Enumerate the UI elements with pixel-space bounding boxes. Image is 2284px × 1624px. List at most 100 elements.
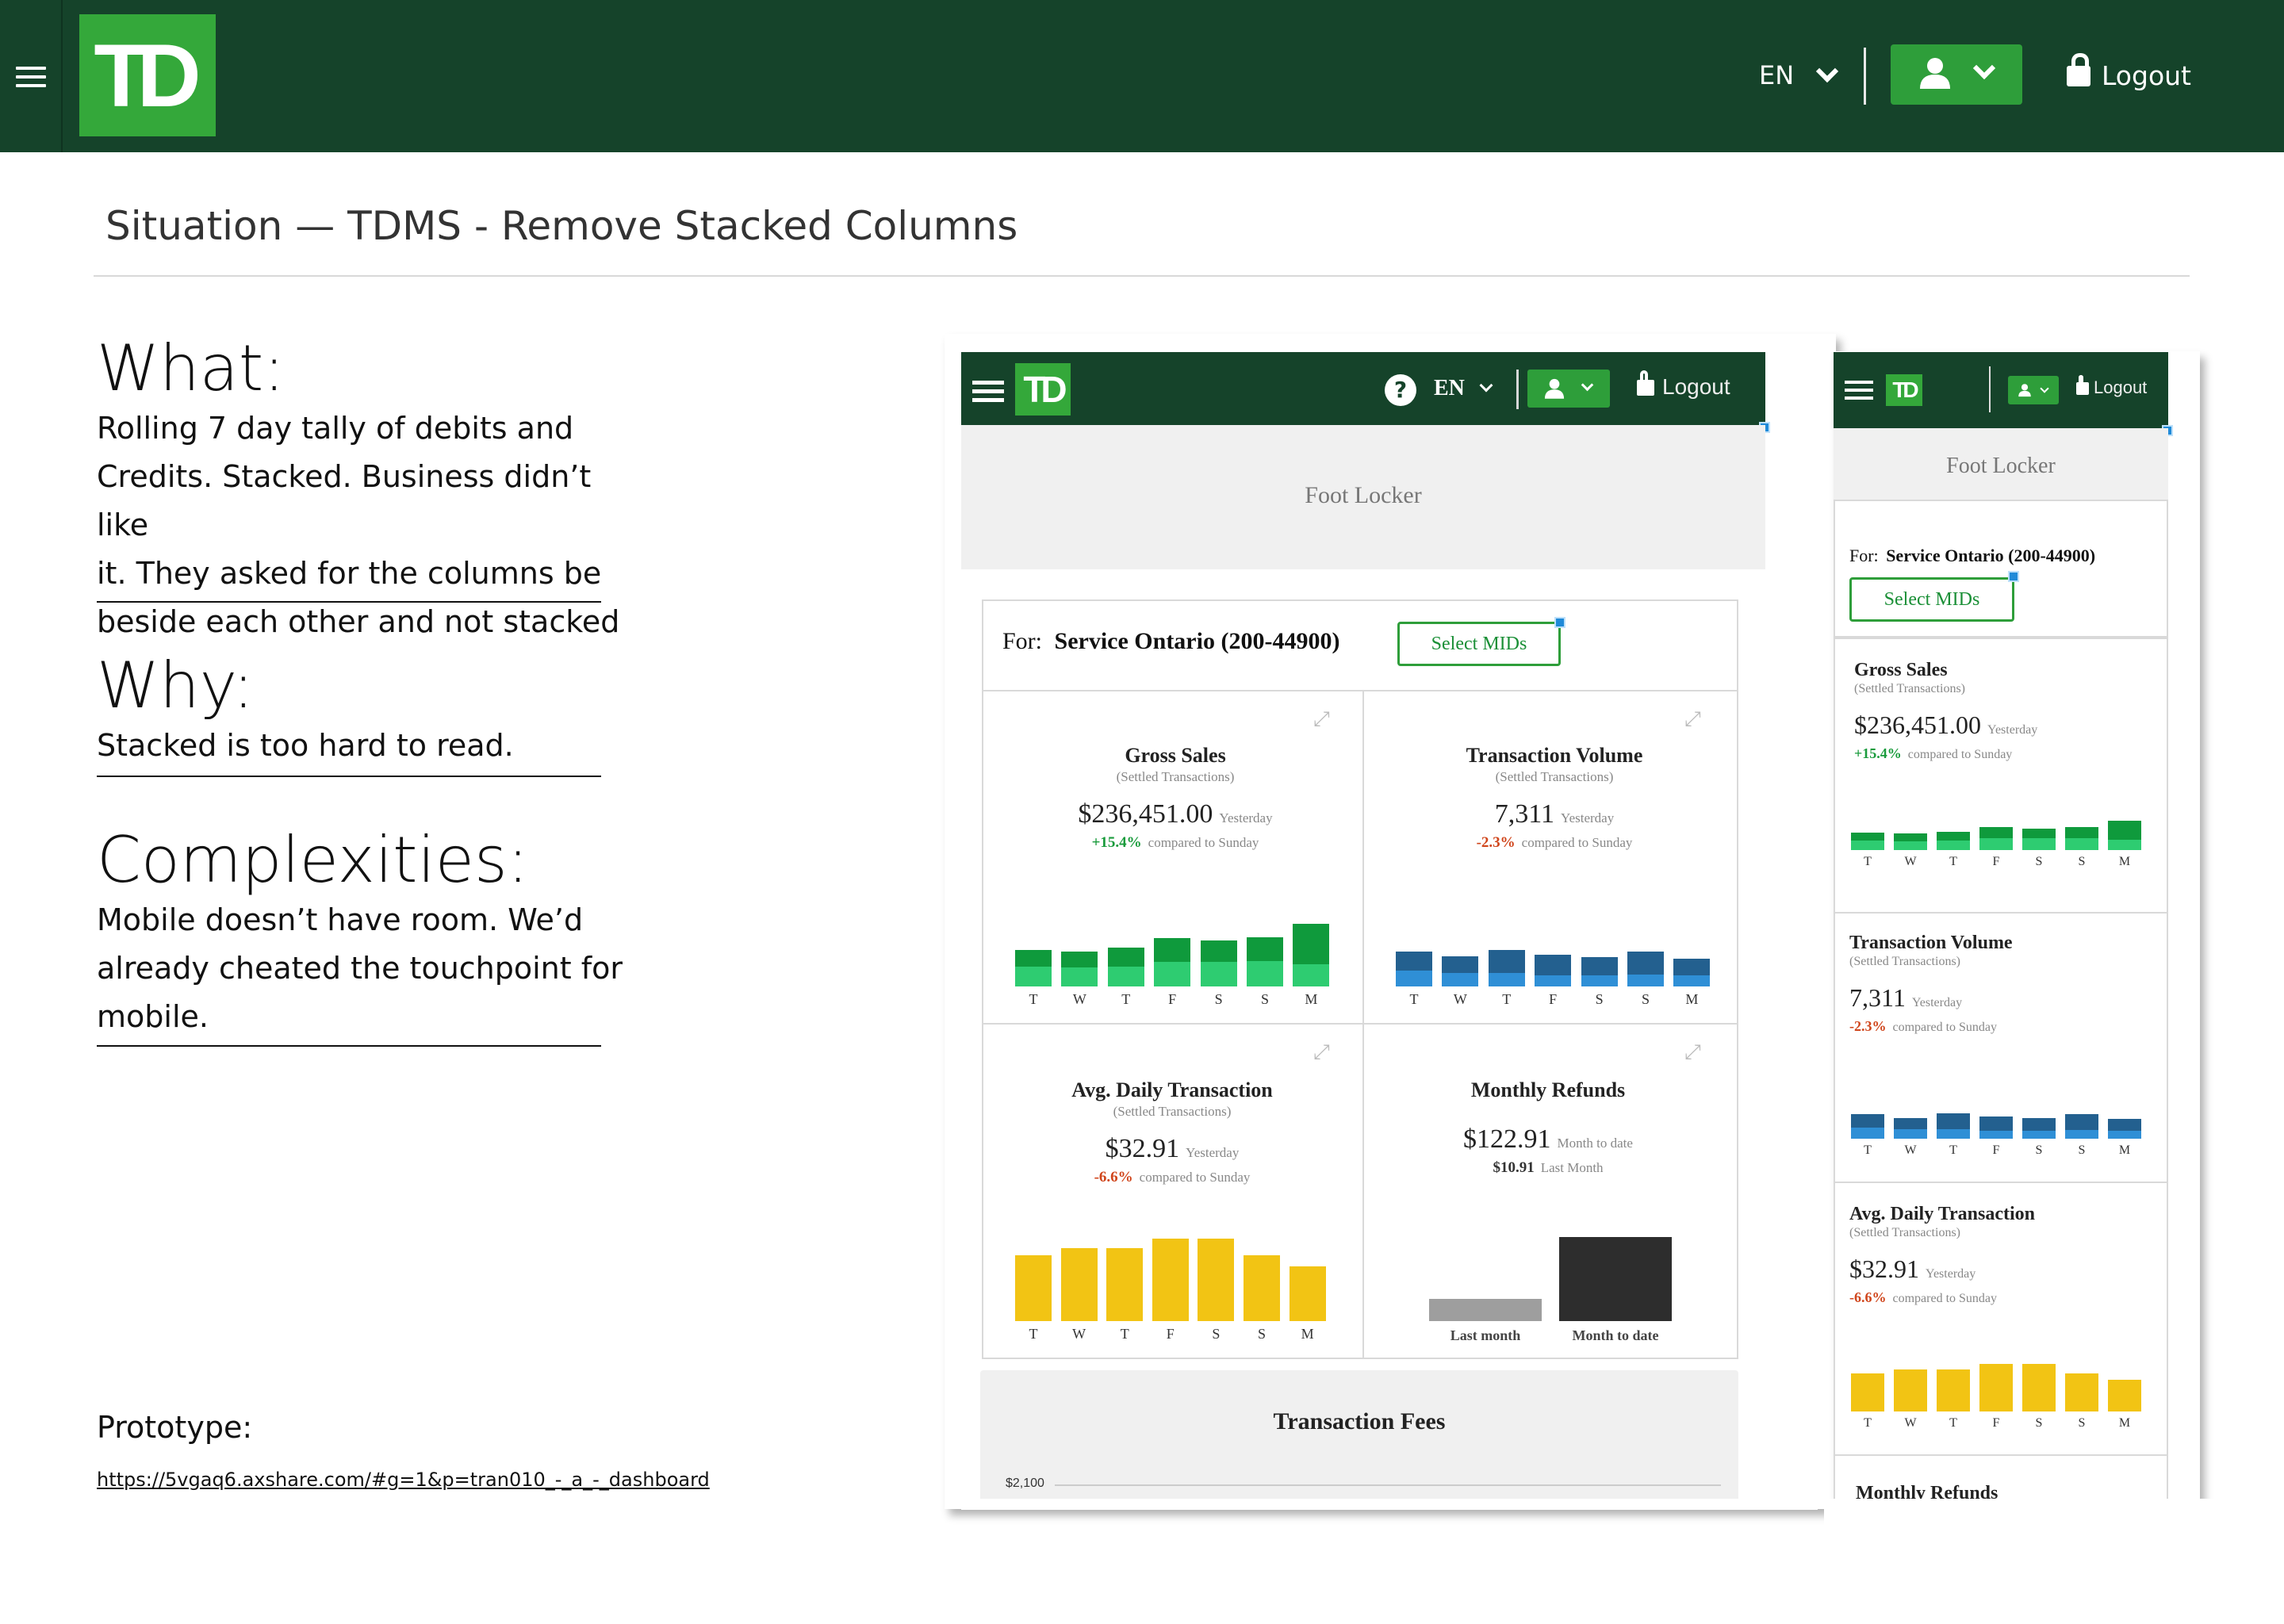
day-label: W (1904, 1416, 1917, 1430)
tile-subtitle: (Settled Transactions) (1113, 1104, 1232, 1119)
mock-logout-link[interactable]: Logout (1637, 370, 1730, 400)
day-label: S (2078, 855, 2086, 868)
td-logo[interactable]: TD (79, 14, 216, 136)
help-icon[interactable]: ? (1385, 374, 1416, 406)
select-mids-button[interactable]: Select MIDs (1397, 622, 1561, 666)
mobile-user-menu-button[interactable] (2008, 376, 2059, 404)
annotation-note-icon (1554, 617, 1565, 628)
day-label: T (1864, 855, 1872, 868)
refund-category-label: Month to date (1572, 1327, 1659, 1343)
menu-icon[interactable] (1845, 381, 1873, 400)
bar-segment-dark (1937, 832, 1970, 841)
tile-value: $122.91 (1463, 1124, 1551, 1154)
bar (1015, 1254, 1052, 1321)
day-label: W (1072, 1326, 1086, 1342)
bar-segment-light (1979, 838, 2013, 850)
day-label: S (1257, 1326, 1266, 1342)
bar-segment-dark (1488, 950, 1525, 973)
tile-change: -6.6% (1094, 1169, 1133, 1185)
refund-bar (1429, 1299, 1542, 1321)
for-label: For: (1849, 546, 1879, 565)
bar-segment-light (2022, 1131, 2056, 1139)
day-label: F (1992, 1416, 2000, 1430)
bar (1152, 1239, 1189, 1321)
bar-segment-dark (2022, 829, 2056, 839)
bar-segment-light (1581, 975, 1618, 986)
bar-segment-light (2108, 1130, 2141, 1139)
complexities-line: Mobile doesn’t have room. We’d (97, 902, 584, 937)
tile-value-row: $32.91 Yesterday (1849, 1254, 1976, 1284)
day-label: S (2035, 1143, 2043, 1157)
bar-segment-dark (1200, 940, 1237, 962)
day-label: S (1641, 991, 1650, 1007)
bar-segment-dark (1979, 1116, 2013, 1132)
what-line: Rolling 7 day tally of debits and (97, 411, 574, 446)
expand-icon[interactable]: ⤢ (1684, 1040, 1708, 1064)
bar (2022, 1364, 2056, 1411)
td-logo[interactable]: TD (1886, 374, 1922, 406)
tile-title: Transaction Volume (1849, 933, 2013, 953)
tile-change-row: $10.91 Last Month (1374, 1159, 1723, 1177)
day-label: T (1029, 991, 1038, 1007)
tile-change: +15.4% (1091, 834, 1142, 851)
tile-value-row: 7,311 Yesterday (1849, 983, 1962, 1013)
bar (1289, 1266, 1326, 1321)
chevron-down-icon (1581, 378, 1594, 392)
tile-title: Monthly Refunds (1470, 1078, 1626, 1101)
tile-value-row: 7,311 Yesterday (1380, 799, 1729, 829)
monthly-refunds-tile (1362, 1023, 1738, 1359)
prototype-label: Prototype: (97, 1410, 253, 1445)
tile-compare: compared to Sunday (1139, 1170, 1251, 1185)
tile-period: Month to date (1557, 1136, 1633, 1151)
tile-subtitle: (Settled Transactions) (1495, 769, 1614, 784)
bar-segment-dark (1581, 956, 1618, 975)
day-label: T (1120, 1326, 1129, 1342)
tile-compare: compared to Sunday (1892, 1021, 1998, 1034)
expand-icon[interactable]: ⤢ (1313, 1040, 1337, 1064)
logout-link[interactable]: Logout (2067, 53, 2191, 91)
user-menu-button[interactable] (1891, 44, 2022, 105)
day-label: F (1992, 855, 2000, 868)
select-mids-button[interactable]: Select MIDs (1849, 577, 2014, 622)
prototype-link[interactable]: https://5vgaq6.axshare.com/#g=1&p=tran01… (97, 1469, 710, 1491)
bar-segment-dark (1627, 951, 1664, 975)
bar-segment-dark (1247, 937, 1283, 962)
user-icon (1544, 378, 1565, 399)
bar-segment-light (1937, 841, 1970, 850)
mock-user-menu-button[interactable] (1527, 370, 1610, 408)
day-label: T (1029, 1326, 1038, 1342)
tile-compare: compared to Sunday (1148, 835, 1259, 850)
mobile-logout-link[interactable]: Logout (2076, 375, 2147, 398)
menu-icon[interactable] (972, 381, 1004, 402)
what-line: it. They asked for the columns be (97, 556, 602, 591)
refund-bar (1559, 1237, 1672, 1321)
why-line: Stacked is too hard to read. (97, 728, 514, 763)
what-line: Credits. Stacked. Business didn’t like (97, 459, 592, 542)
bar-segment-light (1396, 971, 1432, 986)
lock-icon (1637, 370, 1654, 396)
bar-segment-dark (1107, 947, 1144, 967)
tile-value-row: $236,451.00 Yesterday (1854, 710, 2037, 740)
tile-subtitle: (Settled Transactions) (1854, 682, 1965, 695)
language-label: EN (1434, 376, 1465, 400)
tile-compare: compared to Sunday (1907, 748, 2013, 761)
tile-value: 7,311 (1494, 799, 1555, 829)
bar-segment-light (1851, 841, 1884, 850)
bar (1244, 1254, 1280, 1321)
tile-period: Yesterday (1926, 1267, 1976, 1281)
chevron-down-icon (1479, 378, 1493, 393)
bar-segment-dark (1396, 952, 1432, 971)
bar-segment-light (1061, 967, 1098, 986)
day-label: S (2035, 1416, 2043, 1430)
for-value: Service Ontario (200-44900) (1886, 546, 2096, 565)
tile-value-row: $32.91 Yesterday (998, 1134, 1347, 1164)
expand-icon[interactable]: ⤢ (1313, 707, 1337, 731)
language-selector[interactable]: EN (1759, 59, 1839, 90)
expand-icon[interactable]: ⤢ (1684, 707, 1708, 731)
page-title: Situation — TDMS - Remove Stacked Column… (105, 203, 1018, 249)
bar-segment-dark (1154, 937, 1191, 962)
complexities-line: mobile. (97, 999, 209, 1034)
mock-language[interactable]: EN (1434, 376, 1493, 401)
td-logo[interactable]: TD (1015, 363, 1071, 416)
menu-icon[interactable] (16, 67, 46, 87)
